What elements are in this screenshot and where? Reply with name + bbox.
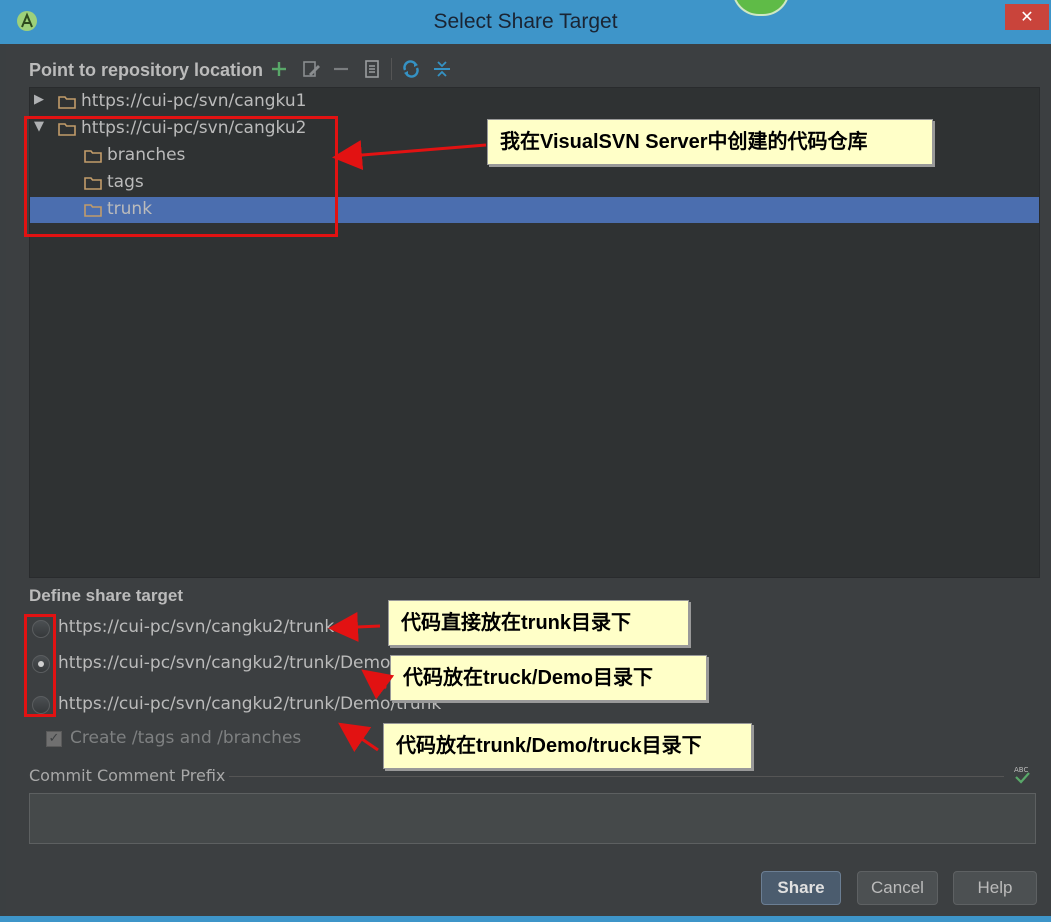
commit-prefix-input[interactable] (29, 793, 1036, 844)
create-tags-checkbox[interactable]: ✓ (46, 731, 62, 747)
window-bottom-edge (0, 916, 1051, 922)
share-section-label: Define share target (29, 586, 183, 605)
highlight-box-radios (24, 614, 56, 717)
spellcheck-text: ABC (1014, 766, 1028, 774)
share-option-label-2[interactable]: https://cui-pc/svn/cangku2/trunk/Demo (58, 653, 390, 673)
tree-item-label: https://cui-pc/svn/cangku1 (81, 91, 307, 111)
callout-repo: 我在VisualSVN Server中创建的代码仓库 (487, 119, 933, 165)
callout-demo-trunk: 代码放在trunk/Demo/truck目录下 (383, 723, 752, 769)
highlight-box-repo (24, 116, 338, 237)
tree-row-cangku1[interactable]: ▶ https://cui-pc/svn/cangku1 (30, 89, 1039, 115)
share-option-label-1[interactable]: https://cui-pc/svn/cangku2/trunk (58, 617, 334, 637)
cancel-button[interactable]: Cancel (857, 871, 938, 905)
create-tags-label[interactable]: Create /tags and /branches (70, 728, 301, 748)
add-icon[interactable] (268, 58, 290, 80)
toolbar-divider (391, 58, 392, 80)
callout-trunk: 代码直接放在trunk目录下 (388, 600, 689, 646)
share-option-label-3[interactable]: https://cui-pc/svn/cangku2/trunk/Demo/tr… (58, 694, 441, 714)
separator-line (229, 776, 1004, 777)
remove-icon[interactable] (330, 58, 352, 80)
folder-icon (58, 96, 76, 109)
title-bar: Select Share Target ✕ (0, 0, 1051, 44)
share-button[interactable]: Share (761, 871, 841, 905)
expand-arrow-icon[interactable]: ▶ (34, 92, 44, 107)
spellcheck-icon[interactable]: ABC (1011, 764, 1033, 786)
refresh-icon[interactable] (400, 58, 422, 80)
repo-section-label: Point to repository location (29, 60, 264, 80)
window-title: Select Share Target (433, 10, 618, 33)
commit-prefix-label: Commit Comment Prefix (29, 766, 226, 785)
help-button[interactable]: Help (953, 871, 1037, 905)
collapse-icon[interactable] (431, 58, 453, 80)
close-button[interactable]: ✕ (1005, 4, 1049, 30)
browse-icon[interactable] (361, 58, 383, 80)
edit-icon[interactable] (300, 58, 322, 80)
callout-demo: 代码放在truck/Demo目录下 (390, 655, 707, 701)
